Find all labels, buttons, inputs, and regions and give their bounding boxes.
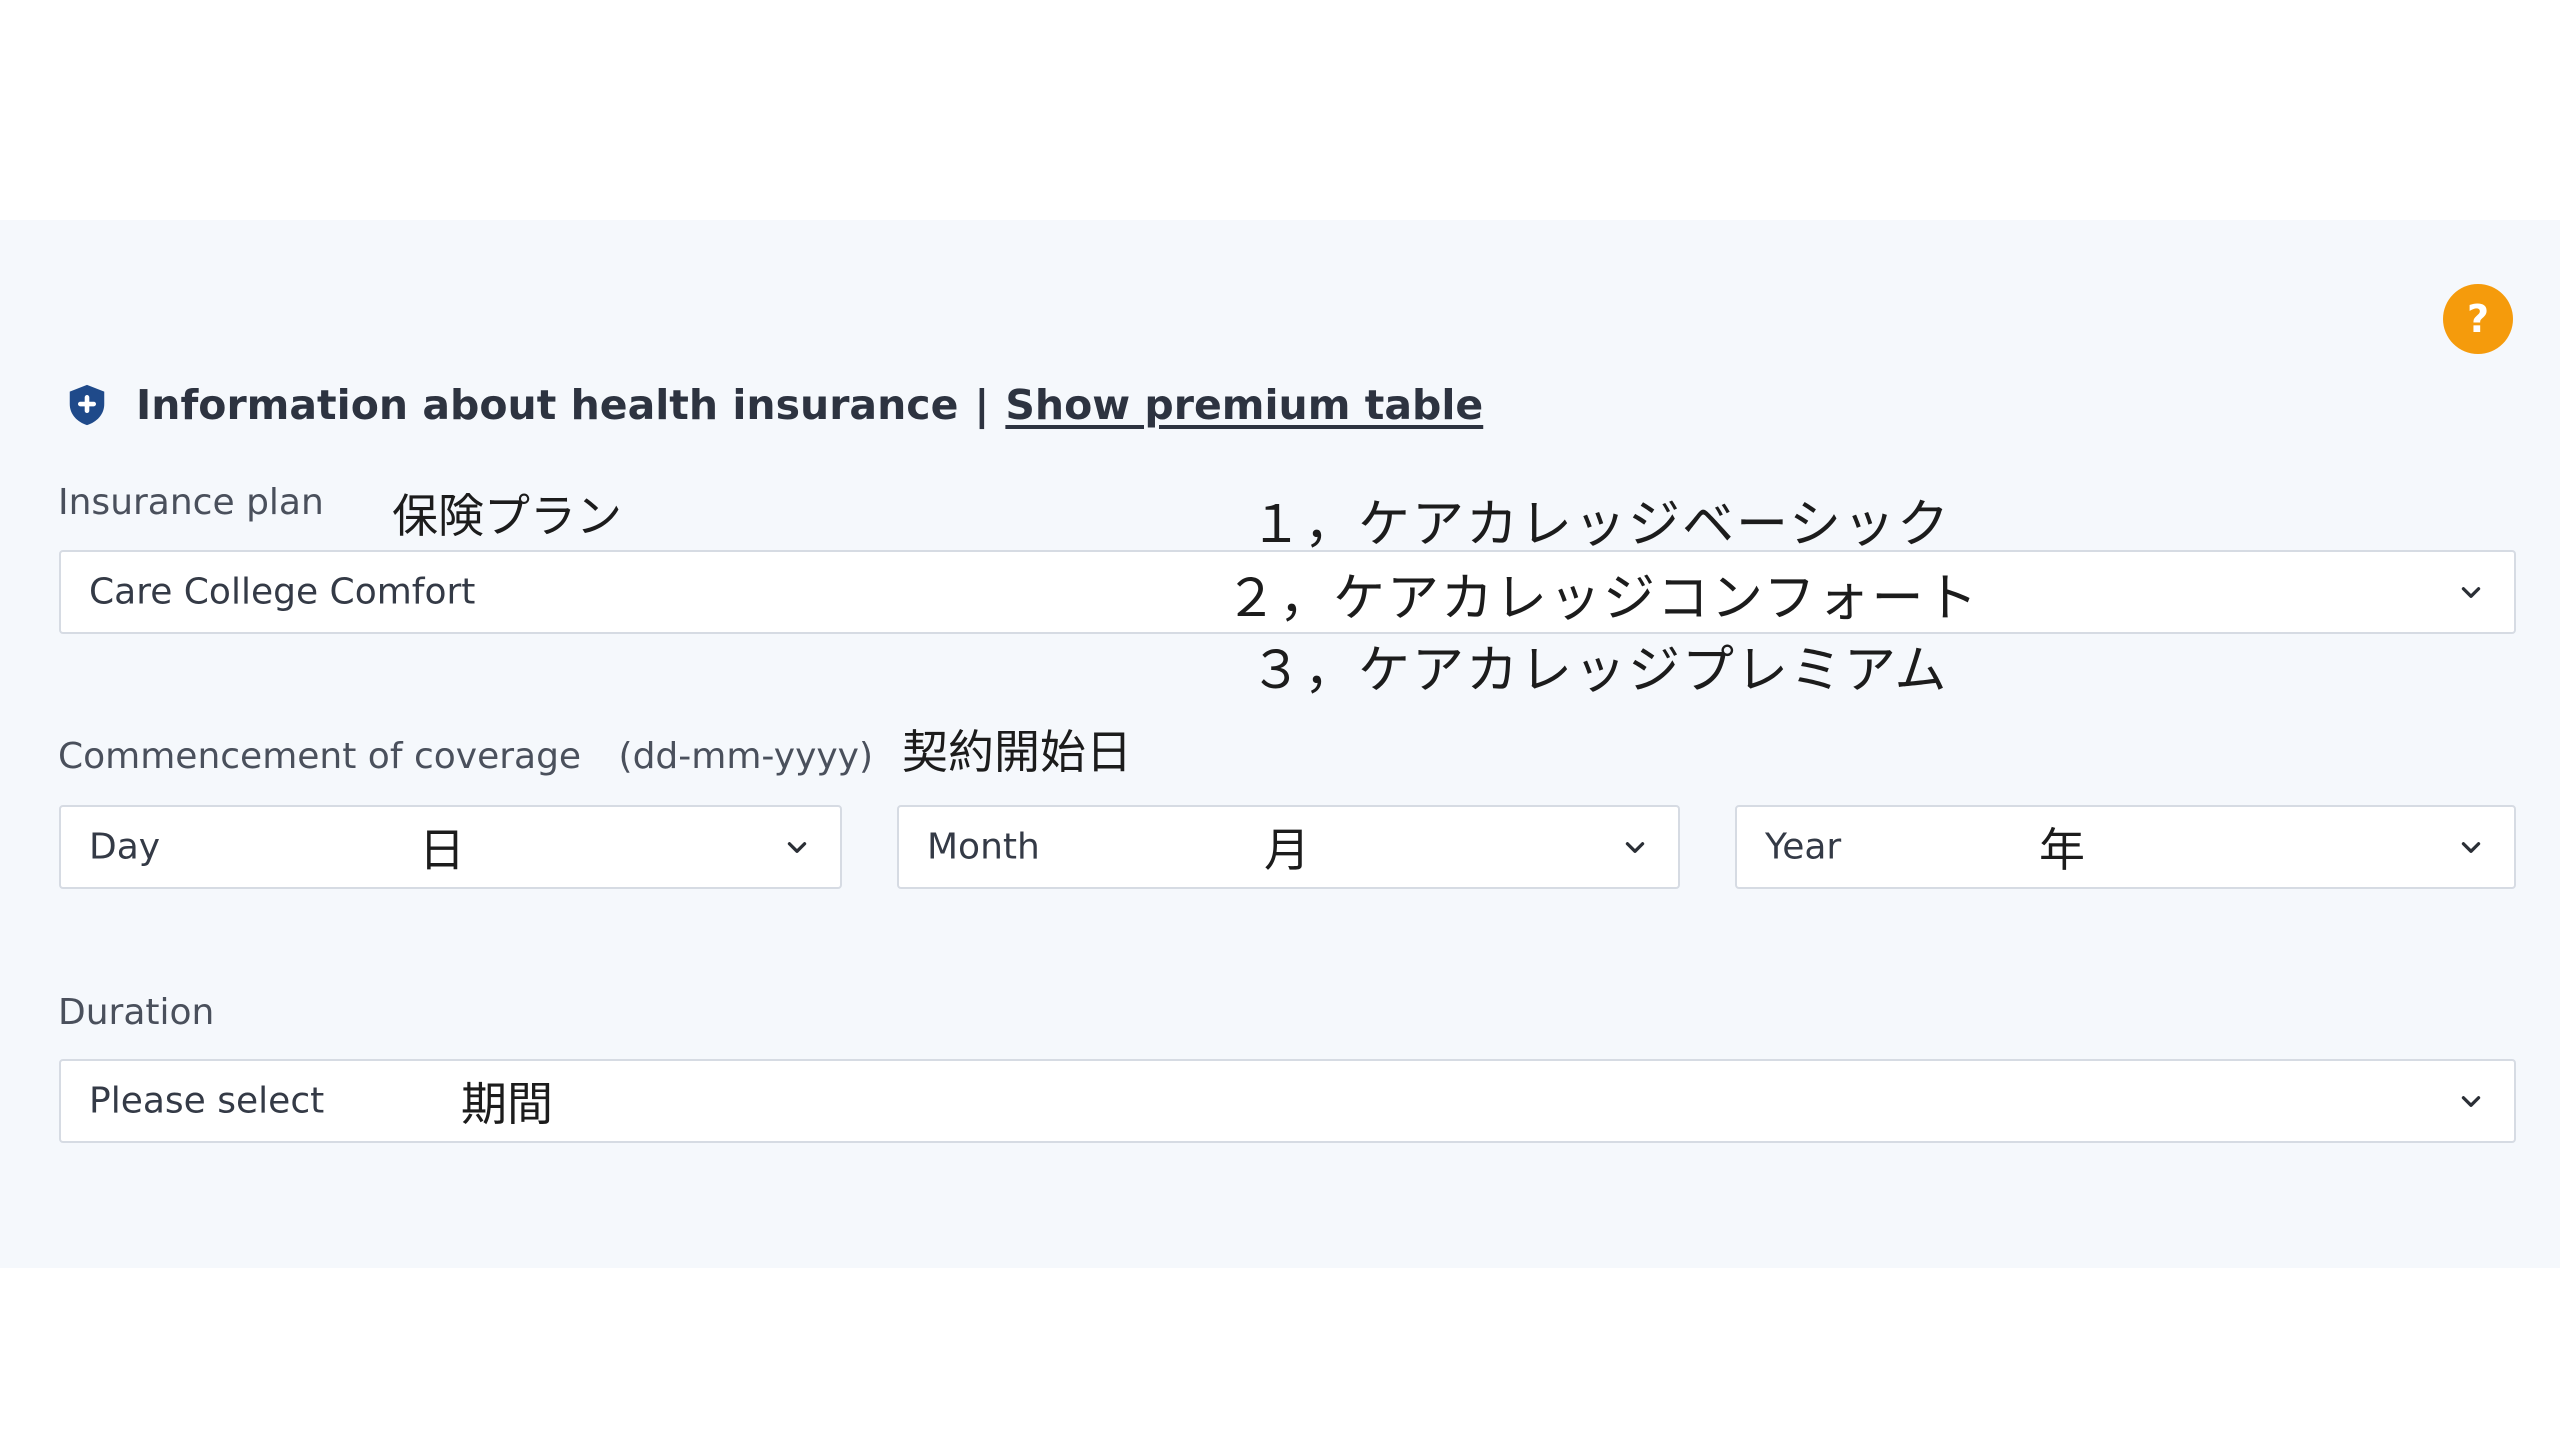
chevron-down-icon <box>2461 587 2481 598</box>
insurance-plan-value: Care College Comfort <box>89 571 476 613</box>
year-select[interactable]: Year 年 <box>1735 805 2516 889</box>
plan-option-1-jp: １，ケアカレッジベーシック <box>1250 495 1951 555</box>
duration-jp-label: 期間 <box>461 1077 553 1131</box>
section-header: Information about health insurance | Sho… <box>64 375 1483 435</box>
section-title: Information about health insurance <box>136 381 959 429</box>
day-select[interactable]: Day 日 <box>59 805 842 889</box>
duration-placeholder: Please select <box>89 1080 325 1122</box>
plan-option-2-jp: ２，ケアカレッジコンフォート <box>1225 569 1980 629</box>
show-premium-table-link[interactable]: Show premium table <box>1005 381 1483 429</box>
insurance-plan-label: Insurance plan <box>58 482 324 523</box>
coverage-label-text: Commencement of coverage <box>58 736 582 777</box>
question-icon: ? <box>2466 297 2490 341</box>
duration-label: Duration <box>58 992 215 1033</box>
title-separator: | <box>974 381 990 429</box>
coverage-jp-label: 契約開始日 <box>902 725 1132 779</box>
insurance-plan-jp-label: 保険プラン <box>392 489 622 543</box>
year-placeholder: Year <box>1765 826 1842 868</box>
month-jp-label: 月 <box>1264 823 1310 877</box>
chevron-down-icon <box>787 842 807 853</box>
shield-plus-icon <box>69 384 105 426</box>
chevron-down-icon <box>2461 842 2481 853</box>
chevron-down-icon <box>2461 1096 2481 1107</box>
year-jp-label: 年 <box>2039 823 2085 877</box>
month-placeholder: Month <box>927 826 1040 868</box>
duration-select[interactable]: Please select 期間 <box>59 1059 2516 1143</box>
day-placeholder: Day <box>89 826 161 868</box>
day-jp-label: 日 <box>419 823 465 877</box>
month-select[interactable]: Month 月 <box>897 805 1680 889</box>
coverage-format-hint: (dd-mm-yyyy) <box>618 736 874 777</box>
plan-option-3-jp: ３，ケアカレッジプレミアム <box>1250 641 1949 701</box>
help-button[interactable]: ? <box>2443 284 2513 354</box>
coverage-label: Commencement of coverage (dd-mm-yyyy) <box>58 736 873 777</box>
chevron-down-icon <box>1625 842 1645 853</box>
